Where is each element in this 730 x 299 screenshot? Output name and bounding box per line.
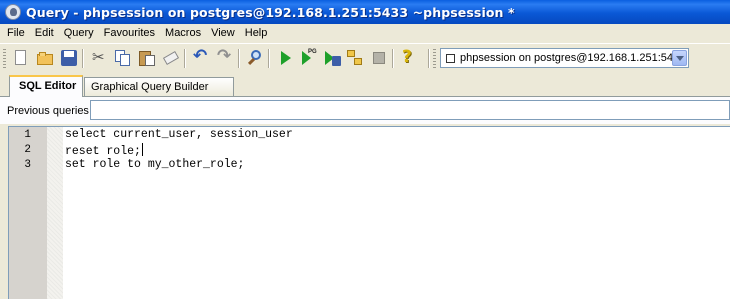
cancel-query-icon[interactable] — [370, 49, 388, 67]
pgadmin-app-icon[interactable] — [5, 4, 21, 20]
paste-icon[interactable] — [138, 49, 156, 67]
execute-pgscript-icon[interactable] — [300, 49, 318, 67]
find-icon[interactable] — [246, 49, 264, 67]
execute-icon[interactable] — [276, 49, 294, 67]
text-caret — [141, 143, 143, 156]
execute-to-file-icon[interactable] — [324, 49, 342, 67]
menu-help[interactable]: Help — [240, 24, 273, 43]
menu-view[interactable]: View — [206, 24, 240, 43]
redo-icon[interactable] — [216, 46, 234, 67]
line-number: 1 — [24, 129, 31, 141]
menu-favourites[interactable]: Favourites — [99, 24, 160, 43]
toolbar-separator — [238, 49, 240, 68]
chevron-down-icon[interactable] — [672, 50, 687, 66]
open-folder-icon[interactable] — [36, 49, 54, 67]
connection-label: phpsession on postgres@192.168.1.251:543… — [460, 52, 673, 64]
menu-edit[interactable]: Edit — [30, 24, 59, 43]
menu-macros[interactable]: Macros — [160, 24, 206, 43]
toolbar-grip[interactable] — [3, 49, 6, 68]
toolbar-separator — [268, 49, 270, 68]
toolbar-grip[interactable] — [433, 49, 436, 68]
toolbar-separator — [184, 49, 186, 68]
previous-queries-combo[interactable] — [90, 100, 730, 120]
sql-editor[interactable]: 1 2 3 select current_user, session_user … — [8, 126, 730, 299]
menu-file[interactable]: File — [0, 24, 30, 43]
new-file-icon[interactable] — [12, 49, 30, 67]
toolbar-separator — [82, 49, 84, 68]
tab-sql-editor[interactable]: SQL Editor — [9, 75, 84, 97]
code-line[interactable]: select current_user, session_user — [65, 128, 293, 141]
toolbar-separator — [392, 49, 394, 68]
menu-bar: File Edit Query Favourites Macros View H… — [0, 24, 730, 43]
line-number: 2 — [24, 144, 31, 156]
save-icon[interactable] — [60, 49, 78, 67]
tab-strip: SQL Editor Graphical Query Builder — [0, 73, 730, 97]
undo-icon[interactable] — [192, 46, 210, 67]
copy-icon[interactable] — [114, 49, 132, 67]
previous-queries-label: Previous queries — [7, 105, 89, 117]
connection-select[interactable]: phpsession on postgres@192.168.1.251:543… — [440, 48, 689, 68]
menu-query[interactable]: Query — [59, 24, 99, 43]
explain-icon[interactable] — [346, 49, 364, 67]
code-line-with-caret[interactable]: reset role; — [65, 143, 143, 158]
line-number: 3 — [24, 159, 31, 171]
toolbar-separator — [428, 49, 430, 68]
fold-margin[interactable] — [47, 127, 63, 299]
clear-icon[interactable] — [162, 49, 180, 67]
connection-status-box — [446, 53, 455, 63]
window-title: Query - phpsession on postgres@192.168.1… — [26, 4, 515, 20]
title-bar: Query - phpsession on postgres@192.168.1… — [0, 0, 730, 24]
code-line[interactable]: set role to my_other_role; — [65, 158, 244, 171]
tab-graphical-query-builder[interactable]: Graphical Query Builder — [84, 77, 234, 97]
help-icon[interactable] — [400, 47, 418, 67]
previous-queries-row: Previous queries — [0, 97, 730, 124]
code-line-text: reset role; — [65, 145, 141, 158]
cut-icon[interactable] — [90, 48, 108, 67]
